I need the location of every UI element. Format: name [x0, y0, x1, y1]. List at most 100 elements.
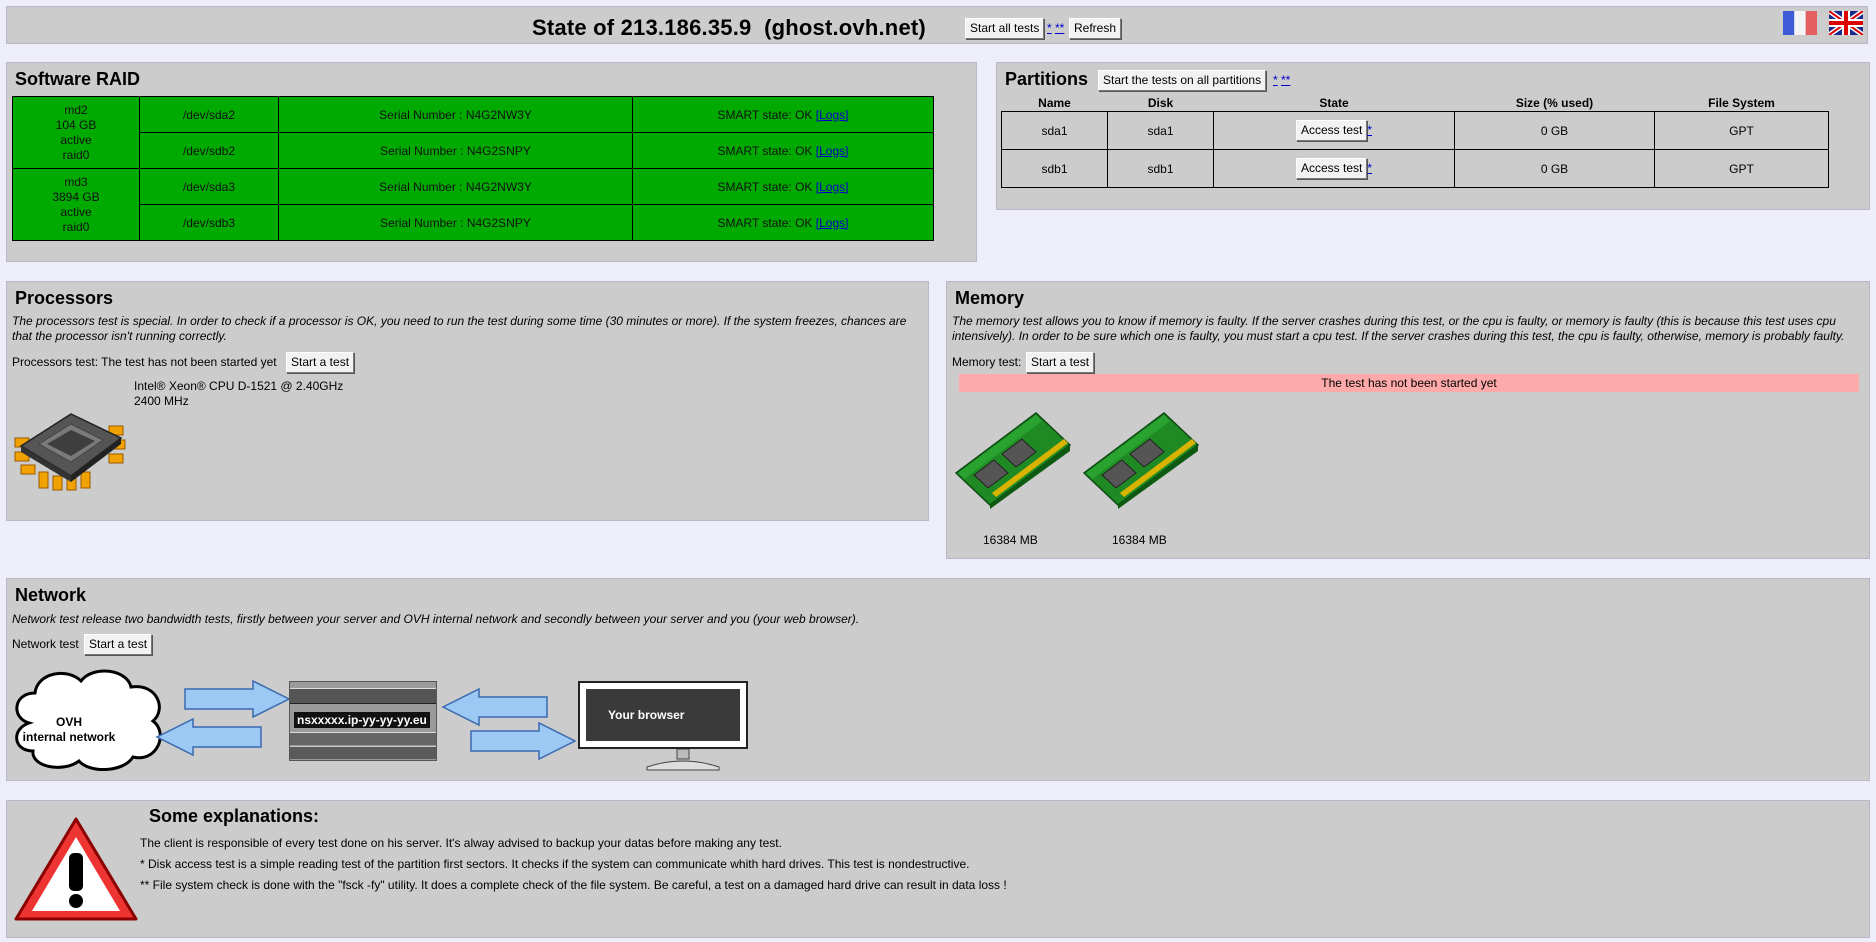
start-partition-tests-button[interactable]: Start the tests on all partitions — [1098, 70, 1267, 91]
star-link[interactable]: * — [1273, 73, 1278, 87]
explanation-line: * Disk access test is a simple reading t… — [140, 857, 970, 871]
cpu-frequency: 2400 MHz — [134, 394, 189, 408]
uk-flag-icon[interactable] — [1829, 11, 1863, 35]
star-link[interactable]: * — [1047, 21, 1052, 35]
column-header: File System — [1708, 96, 1775, 110]
memory-module-size: 16384 MB — [983, 533, 1038, 547]
table-header-row: Name Disk State Size (% used) File Syste… — [1002, 95, 1829, 112]
smart-state-cell: SMART state: OK [Logs] — [632, 204, 934, 241]
processors-panel: Processors The processors test is specia… — [6, 281, 929, 521]
explanation-line: The client is responsible of every test … — [140, 836, 782, 850]
partition-size: 0 GB — [1454, 111, 1655, 150]
start-memory-test-button[interactable]: Start a test — [1026, 352, 1095, 373]
disk-serial: Serial Number : N4G2NW3Y — [278, 96, 633, 133]
star-links: * ** — [1273, 73, 1290, 87]
network-test-label: Network test — [12, 637, 79, 651]
access-test-button[interactable]: Access test — [1295, 158, 1368, 179]
disk-device: /dev/sdb2 — [139, 132, 279, 169]
smart-state: SMART state: OK — [717, 215, 813, 230]
partitions-table: Name Disk State Size (% used) File Syste… — [1001, 95, 1829, 188]
raid-title: Software RAID — [15, 69, 141, 89]
server-image: nsxxxxx.ip-yy-yy-yy.eu — [289, 681, 437, 761]
table-row: md2 104 GB active raid0 /dev/sda2 Serial… — [12, 96, 934, 169]
raid-array-size: 104 GB — [55, 117, 97, 132]
partition-fs: GPT — [1654, 111, 1829, 150]
disk-device: /dev/sdb3 — [139, 204, 279, 241]
star-links: * ** — [1047, 21, 1064, 35]
cpu-info: Intel® Xeon® CPU D-1521 @ 2.40GHz 2400 M… — [134, 379, 343, 409]
monitor-stand-icon — [646, 749, 720, 771]
arrow-left-icon — [155, 717, 262, 757]
star-link[interactable]: * — [1367, 123, 1372, 137]
smart-state-cell: SMART state: OK [Logs] — [632, 96, 934, 133]
ram-module-icon — [954, 412, 1072, 509]
raid-array-size: 3894 GB — [52, 189, 100, 204]
table-row: sdb1 sdb1 Access test * 0 GB GPT — [1001, 149, 1829, 188]
smart-state: SMART state: OK — [717, 179, 813, 194]
browser-monitor-icon: Your browser — [578, 681, 748, 749]
partition-state-cell: Access test * — [1213, 149, 1455, 188]
logs-link[interactable]: [Logs] — [816, 144, 849, 158]
refresh-button[interactable]: Refresh — [1069, 18, 1122, 39]
warning-icon — [14, 817, 138, 921]
network-description: Network test release two bandwidth tests… — [12, 612, 860, 626]
partition-disk: sdb1 — [1107, 149, 1214, 188]
disk-serial: Serial Number : N4G2SNPY — [278, 204, 633, 241]
double-star-link[interactable]: ** — [1055, 21, 1064, 35]
partitions-title: Partitions — [1005, 69, 1089, 89]
software-raid-panel: Software RAID md2 104 GB active raid0 /d… — [6, 62, 977, 262]
arrow-right-icon — [184, 679, 291, 719]
access-test-button[interactable]: Access test — [1295, 120, 1368, 141]
start-all-tests-button[interactable]: Start all tests — [965, 18, 1045, 39]
raid-array-name: md3 — [64, 174, 88, 189]
disk-serial: Serial Number : N4G2SNPY — [278, 132, 633, 169]
disk-serial: Serial Number : N4G2NW3Y — [278, 168, 633, 205]
page-title: State of 213.186.35.9 (ghost.ovh.net) — [532, 15, 926, 40]
partition-fs: GPT — [1654, 149, 1829, 188]
processors-title: Processors — [15, 288, 114, 308]
table-row: md3 3894 GB active raid0 /dev/sda3 Seria… — [12, 168, 934, 241]
explanations-title: Some explanations: — [149, 806, 320, 826]
partition-name: sda1 — [1001, 111, 1108, 150]
raid-array-level: raid0 — [62, 219, 90, 234]
browser-label: Your browser — [586, 689, 740, 741]
column-header: Disk — [1147, 96, 1174, 110]
smart-state: SMART state: OK — [717, 143, 813, 158]
network-panel: Network Network test release two bandwid… — [6, 578, 1870, 781]
logs-link[interactable]: [Logs] — [816, 216, 849, 230]
disk-device: /dev/sda3 — [139, 168, 279, 205]
partition-size: 0 GB — [1454, 149, 1655, 188]
logs-link[interactable]: [Logs] — [816, 180, 849, 194]
star-link[interactable]: * — [1367, 161, 1372, 175]
partitions-panel: Partitions Start the tests on all partit… — [996, 62, 1870, 210]
logs-link[interactable]: [Logs] — [816, 108, 849, 122]
top-bar: State of 213.186.35.9 (ghost.ovh.net) St… — [6, 6, 1868, 44]
explanations-panel: Some explanations: The client is respons… — [6, 800, 1870, 938]
start-network-test-button[interactable]: Start a test — [84, 634, 153, 655]
raid-array-cell: md3 3894 GB active raid0 — [12, 168, 140, 241]
start-processor-test-button[interactable]: Start a test — [286, 352, 355, 373]
cloud-label: OVH internal network — [14, 715, 124, 745]
column-header: Name — [1038, 96, 1071, 110]
memory-test-status: The test has not been started yet — [959, 374, 1859, 392]
column-header: Size (% used) — [1515, 96, 1594, 110]
memory-title: Memory — [955, 288, 1025, 308]
server-hostname-label: nsxxxxx.ip-yy-yy-yy.eu — [294, 712, 430, 728]
memory-panel: Memory The memory test allows you to kno… — [946, 281, 1870, 559]
ram-module-icon — [1082, 412, 1200, 509]
partition-name: sdb1 — [1001, 149, 1108, 188]
table-row: /dev/sdb3 Serial Number : N4G2SNPY SMART… — [13, 204, 934, 241]
double-star-link[interactable]: ** — [1281, 73, 1290, 87]
arrow-right-icon — [470, 721, 577, 761]
memory-module-size: 16384 MB — [1112, 533, 1167, 547]
raid-array-name: md2 — [64, 102, 88, 117]
memory-description: The memory test allows you to know if me… — [952, 314, 1845, 343]
raid-array-level: raid0 — [62, 147, 90, 162]
partition-disk: sda1 — [1107, 111, 1214, 150]
partition-state-cell: Access test * — [1213, 111, 1455, 150]
smart-state: SMART state: OK — [717, 107, 813, 122]
table-row: /dev/sdb2 Serial Number : N4G2SNPY SMART… — [13, 132, 934, 169]
table-row: sda1 sda1 Access test * 0 GB GPT — [1001, 111, 1829, 150]
french-flag-icon[interactable] — [1783, 11, 1817, 35]
smart-state-cell: SMART state: OK [Logs] — [632, 132, 934, 169]
